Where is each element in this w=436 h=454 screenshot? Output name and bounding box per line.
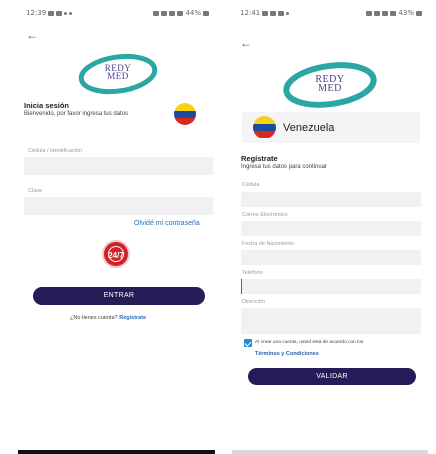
dot-icon [286,11,290,15]
navigation-bar [18,450,215,454]
redymed-logo: REDY MED [78,52,158,96]
country-name: Venezuela [283,122,335,134]
navigation-bar [232,450,428,454]
id-label: Cédula / Identificación [28,148,83,154]
id-input[interactable] [24,157,213,175]
status-time: 12:41 [240,9,261,17]
terms-link[interactable]: Términos y Condiciones [255,351,319,357]
validate-button[interactable]: VALIDAR [248,368,416,385]
logo-text-bottom: MED [318,83,342,94]
venezuela-flag-icon [253,116,276,139]
no-account-text: ¿No tienes cuenta? Regístrate [70,315,146,321]
mute-icon [374,10,381,16]
email-input[interactable] [241,221,421,236]
password-input[interactable] [24,197,213,215]
notification-icon [56,10,63,16]
address-label: Dirección [242,299,265,305]
back-arrow-icon[interactable]: ← [26,29,38,41]
location-icon [64,11,68,15]
phone-input[interactable] [241,279,421,294]
battery-icon [416,10,422,16]
cedula-label: Cédula [242,182,260,188]
battery-level: 44% [185,9,201,17]
support-24-7-icon: 24/7 [102,240,130,268]
back-arrow-icon[interactable]: ← [240,37,252,49]
notification-icon [270,10,277,16]
dot-icon [69,11,73,15]
wifi-icon [169,10,176,16]
password-label: Clave [28,188,43,194]
phone-label: Teléfono [242,270,263,276]
message-icon [278,10,285,16]
birthdate-label: Fecha de Nacimiento [242,241,294,247]
forgot-password-link[interactable]: Olvidé mi contraseña [134,220,200,227]
page-subtitle: Ingresa tus datos para continuar [241,164,328,170]
status-bar: 12:39 44% [26,8,209,18]
no-account-label: ¿No tienes cuenta? [70,315,118,321]
mute-icon [161,10,168,16]
page-subtitle: Bienvenido, por favor ingresa tus datos [24,111,129,117]
alarm-icon [153,10,160,16]
battery-level: 43% [398,9,414,17]
register-screen: 12:41 43% ← REDY MED Venezuela Regístrat [232,0,428,454]
battery-icon [203,10,209,16]
email-label: Correo Electrónico [242,212,288,218]
gallery-icon [262,10,269,16]
cedula-input[interactable] [241,192,421,207]
redymed-logo: REDY MED [282,61,378,109]
wifi-icon [382,10,389,16]
register-link[interactable]: Regístrate [119,315,146,321]
signal-icon [390,10,397,16]
gallery-icon [48,10,55,16]
terms-text: Al crear una cuenta, usted está de acuer… [255,340,364,345]
login-screen: 12:39 44% ← REDY MED Inicia sesión Bienv… [18,0,215,454]
address-input[interactable] [241,308,421,334]
terms-checkbox[interactable] [244,339,252,347]
alarm-icon [366,10,373,16]
birthdate-input[interactable] [241,250,421,265]
login-button[interactable]: ENTRAR [33,287,205,305]
status-time: 12:39 [26,9,47,17]
page-title: Inicia sesión [24,101,70,110]
status-bar: 12:41 43% [240,8,422,18]
signal-icon [177,10,184,16]
badge-text: 24/7 [108,251,124,260]
page-title: Regístrate [241,154,278,163]
country-selector[interactable]: Venezuela [242,112,420,143]
logo-text-bottom: MED [107,71,129,81]
venezuela-flag-icon[interactable] [174,103,196,125]
